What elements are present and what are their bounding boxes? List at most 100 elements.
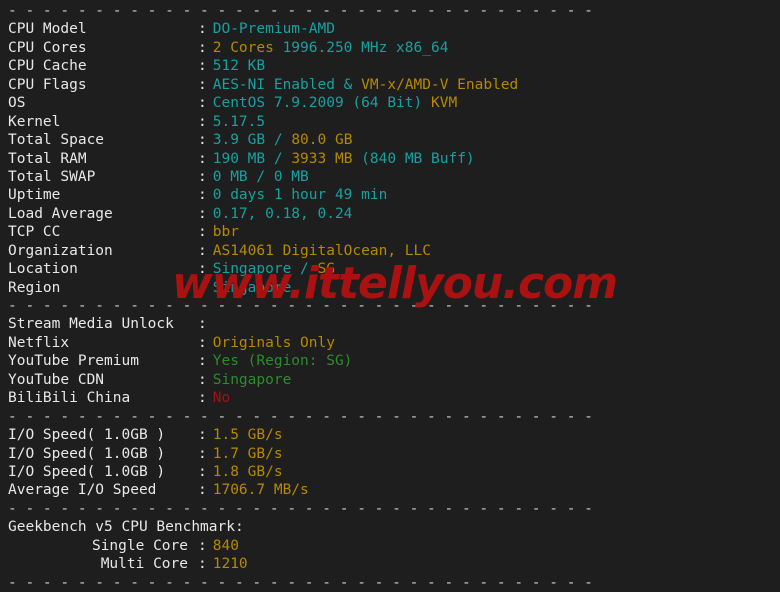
separator-dashes: - - - - - - - - - - - - - - - - - - - - … <box>8 574 598 591</box>
row-value: CentOS 7.9.2009 (64 Bit) KVM <box>207 95 457 111</box>
value-segment: 840 <box>212 537 239 554</box>
value-segment: 1.7 GB/s <box>212 445 283 462</box>
row-value: 1210 <box>207 556 248 572</box>
row-label: Total SWAP <box>8 168 96 185</box>
row-colon: : <box>198 334 207 351</box>
row-label: Organization <box>8 242 113 259</box>
row-label: TCP CC <box>8 224 61 241</box>
value-segment: 3933 MB <box>291 150 353 167</box>
row-value: 0.17, 0.18, 0.24 <box>207 206 353 222</box>
row-colon: : <box>198 390 207 407</box>
system-info-row: TCP CC: bbr <box>0 223 780 241</box>
row-label: Multi Core <box>100 556 188 573</box>
stream-media-row: Netflix: Originals Only <box>0 334 780 352</box>
row-label: I/O Speed( 1.0GB ) <box>8 427 166 444</box>
value-segment: 512 KB <box>212 58 266 75</box>
value-segment: CentOS 7.9.2009 (64 Bit) <box>212 95 431 112</box>
value-segment: AS14061 DigitalOcean, LLC <box>212 242 431 259</box>
row-colon: : <box>198 21 207 38</box>
row-label: OS <box>8 95 26 112</box>
row-colon: : <box>198 95 207 112</box>
value-segment: 80.0 GB <box>291 132 353 149</box>
row-colon: : <box>198 371 207 388</box>
system-info-row: CPU Cache:512 KB <box>0 57 780 75</box>
row-colon: : <box>198 39 207 56</box>
row-label: CPU Cores <box>8 39 87 56</box>
value-segment: 1210 <box>212 556 248 573</box>
row-label: Location <box>8 261 78 278</box>
value-segment: Originals Only <box>212 334 335 351</box>
value-segment: 1.8 GB/s <box>212 463 283 480</box>
row-colon: : <box>198 76 207 93</box>
stream-media-row: YouTube CDN: Singapore <box>0 371 780 389</box>
row-colon: : <box>198 279 207 296</box>
io-speed-row: Average I/O Speed:1706.7 MB/s <box>0 481 780 499</box>
row-label: YouTube Premium <box>8 353 139 370</box>
value-segment: / <box>265 132 292 149</box>
system-info-row: Kernel:5.17.5 <box>0 113 780 131</box>
row-value: Originals Only <box>207 335 335 351</box>
value-segment: Singapore <box>212 279 292 296</box>
value-segment: Singapore <box>212 261 292 278</box>
row-colon: : <box>198 556 207 573</box>
value-segment: bbr <box>212 224 239 241</box>
stream-media-row: YouTube Premium: Yes (Region: SG) <box>0 352 780 370</box>
separator-after-system: - - - - - - - - - - - - - - - - - - - - … <box>0 297 780 315</box>
row-colon: : <box>198 261 207 278</box>
row-value: 0 days 1 hour 49 min <box>207 187 388 203</box>
row-value: 190 MB / 3933 MB (840 MB Buff) <box>207 151 475 167</box>
row-label: Total Space <box>8 132 105 149</box>
io-speed-row: I/O Speed( 1.0GB ):1.5 GB/s <box>0 426 780 444</box>
value-segment: Singapore <box>212 371 292 388</box>
value-segment: KVM <box>430 95 458 112</box>
row-colon: : <box>198 316 207 333</box>
system-info-row: CPU Model: DO-Premium-AMD <box>0 20 780 38</box>
system-info-row: Organization: AS14061 DigitalOcean, LLC <box>0 242 780 260</box>
row-colon: : <box>198 150 207 167</box>
row-value: Singapore <box>207 372 292 388</box>
stream-media-row: BiliBili China: No <box>0 389 780 407</box>
system-info-row: Uptime:0 days 1 hour 49 min <box>0 186 780 204</box>
terminal-window: - - - - - - - - - - - - - - - - - - - - … <box>0 0 780 591</box>
value-segment: 0 days 1 hour 49 min <box>212 187 388 204</box>
row-label: YouTube CDN <box>8 371 105 388</box>
value-segment: 1996.250 MHz x86_64 <box>273 39 449 56</box>
geekbench-row: Single Core:840 <box>0 537 780 555</box>
row-label: Stream Media Unlock <box>8 316 174 333</box>
row-value: 5.17.5 <box>207 114 265 130</box>
row-colon: : <box>198 187 207 204</box>
system-info-section: CPU Model: DO-Premium-AMD CPU Cores:2 Core… <box>0 20 780 297</box>
row-value: AS14061 DigitalOcean, LLC <box>207 243 431 259</box>
io-speed-row: I/O Speed( 1.0GB ):1.7 GB/s <box>0 445 780 463</box>
row-label: Region <box>8 279 61 296</box>
value-segment: 0 MB / 0 MB <box>212 168 309 185</box>
row-label: BiliBili China <box>8 390 131 407</box>
value-segment: (840 MB Buff) <box>352 150 475 167</box>
row-value: Yes (Region: SG) <box>207 353 353 369</box>
row-label: I/O Speed( 1.0GB ) <box>8 445 166 462</box>
row-colon: : <box>198 537 207 554</box>
row-value: Singapore <box>207 280 292 296</box>
value-segment: No <box>212 390 231 407</box>
row-value: 0 MB / 0 MB <box>207 169 309 185</box>
row-label: Uptime <box>8 187 61 204</box>
row-colon: : <box>198 482 207 499</box>
value-segment: 0.17, 0.18, 0.24 <box>212 205 353 222</box>
row-colon: : <box>198 168 207 185</box>
row-value: 1.7 GB/s <box>207 446 283 462</box>
system-info-row: Location: Singapore / SG <box>0 260 780 278</box>
row-label: CPU Model <box>8 21 87 38</box>
row-colon: : <box>198 427 207 444</box>
value-segment: / <box>291 261 318 278</box>
geekbench-heading: Geekbench v5 CPU Benchmark: <box>8 519 244 536</box>
row-label: CPU Cache <box>8 58 87 75</box>
row-colon: : <box>198 58 207 75</box>
row-label: Single Core <box>91 537 188 554</box>
system-info-row: Region: Singapore <box>0 279 780 297</box>
value-segment: 1.5 GB/s <box>212 427 283 444</box>
system-info-row: CPU Cores:2 Cores 1996.250 MHz x86_64 <box>0 39 780 57</box>
value-segment: AES-NI Enabled <box>212 76 335 93</box>
separator-after-stream: - - - - - - - - - - - - - - - - - - - - … <box>0 408 780 426</box>
row-colon: : <box>198 445 207 462</box>
row-value: 2 Cores 1996.250 MHz x86_64 <box>207 40 449 56</box>
